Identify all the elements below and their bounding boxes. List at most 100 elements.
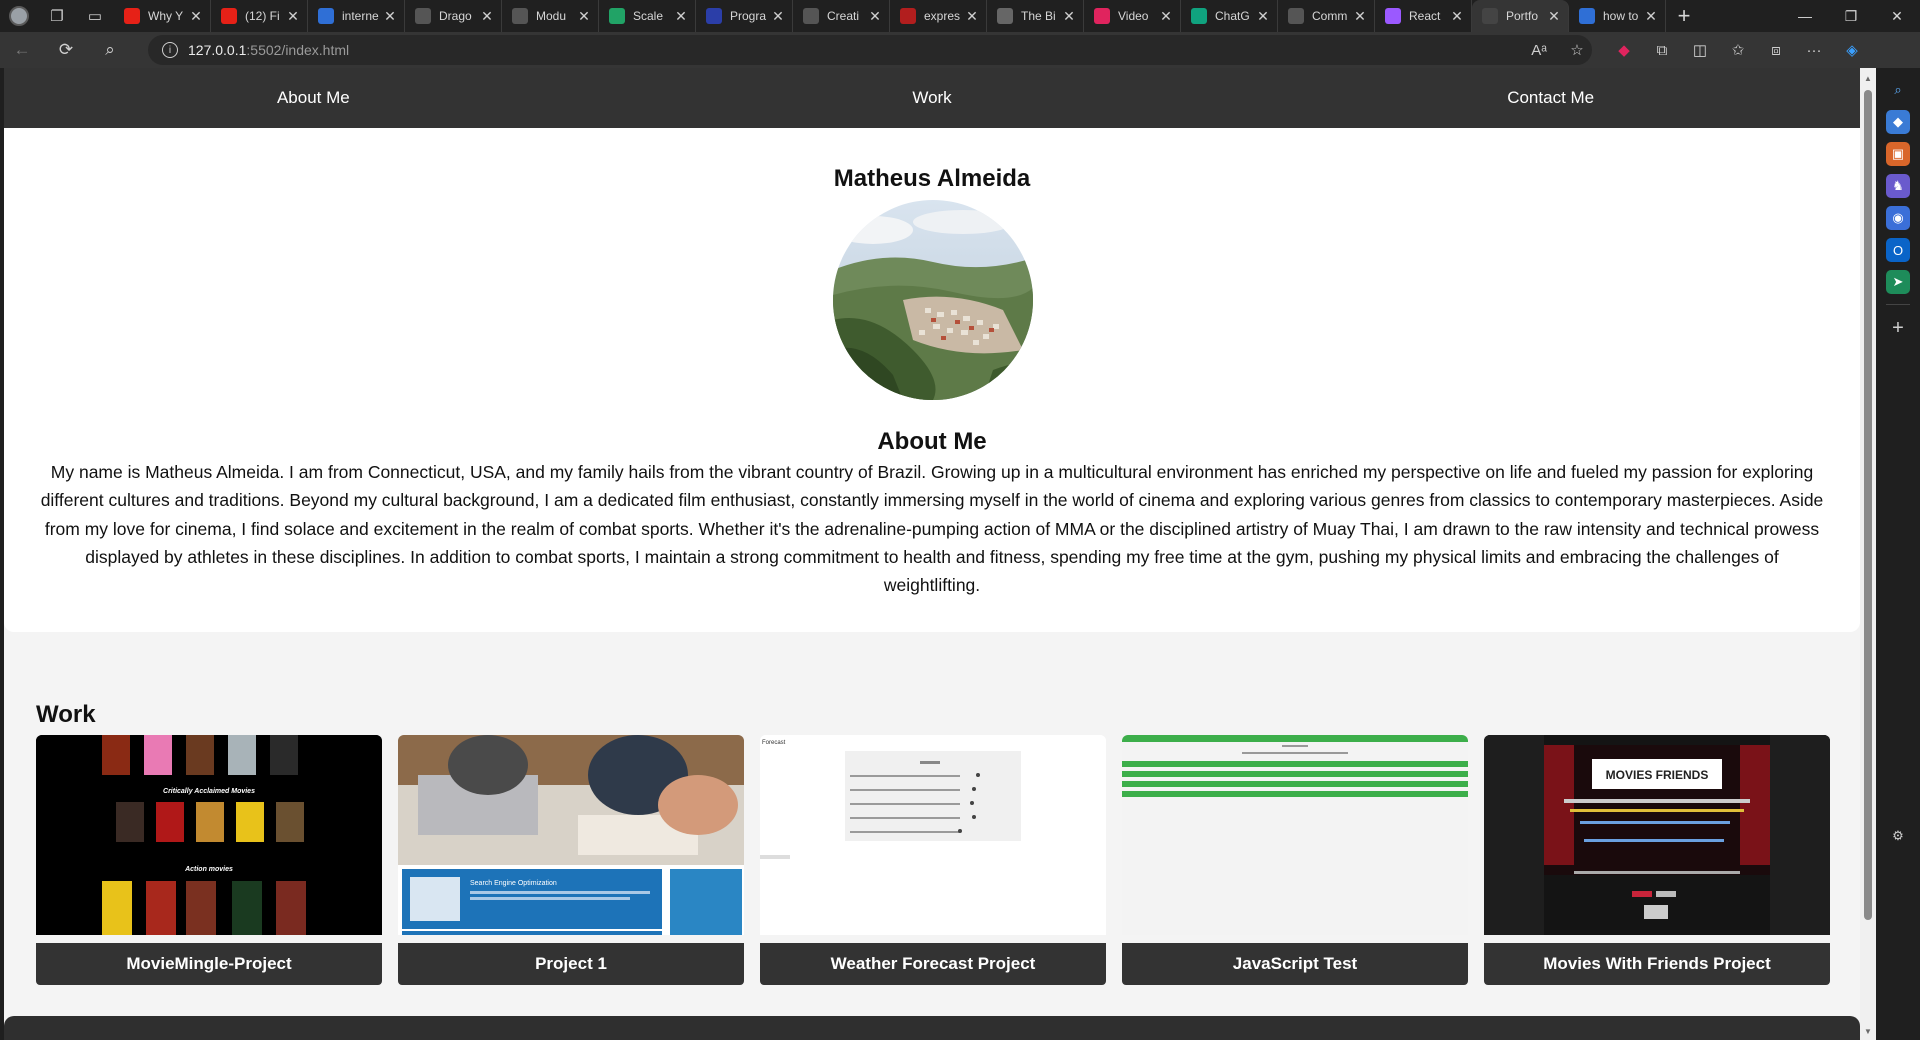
- extension-icon[interactable]: ◆: [1605, 32, 1643, 68]
- github-icon: [803, 8, 819, 24]
- nav-link-contact[interactable]: Contact Me: [1241, 68, 1860, 128]
- browser-tab[interactable]: Scale ✕: [599, 0, 696, 32]
- outlook-icon[interactable]: O: [1886, 238, 1910, 262]
- project-card[interactable]: Search Engine Optimization Project 1: [398, 735, 744, 985]
- about-bio: My name is Matheus Almeida. I am from Co…: [40, 462, 1824, 596]
- workspaces-icon[interactable]: ❐: [38, 0, 76, 32]
- tab-title: The Bi: [1021, 9, 1056, 23]
- sidebar-settings-gear-icon[interactable]: ⚙: [1886, 824, 1910, 848]
- more-options-icon[interactable]: ···: [1795, 32, 1833, 68]
- close-tab-icon[interactable]: ✕: [479, 8, 495, 25]
- copilot-sidebar-icon[interactable]: ◉: [1886, 206, 1910, 230]
- nav-link-about[interactable]: About Me: [4, 68, 623, 128]
- profile-photo: [833, 200, 1033, 400]
- copilot-icon[interactable]: ◈: [1833, 32, 1871, 68]
- new-tab-button[interactable]: +: [1666, 3, 1702, 29]
- read-aloud-icon[interactable]: Aᵃ: [1520, 32, 1558, 68]
- collections-icon[interactable]: ⧈: [1757, 32, 1795, 68]
- close-tab-icon[interactable]: ✕: [285, 8, 301, 25]
- tab-title: Video: [1118, 9, 1149, 23]
- close-window-button[interactable]: ✕: [1874, 0, 1920, 32]
- close-tab-icon[interactable]: ✕: [1643, 8, 1659, 25]
- shopping-tag-icon[interactable]: ◆: [1886, 110, 1910, 134]
- tab-title: Drago: [439, 9, 472, 23]
- favorites-icon[interactable]: ✩: [1719, 32, 1757, 68]
- restore-button[interactable]: ❐: [1828, 0, 1874, 32]
- tab-title: ChatG: [1215, 9, 1250, 23]
- close-tab-icon[interactable]: ✕: [770, 8, 786, 25]
- browser-tab[interactable]: Video ✕: [1084, 0, 1181, 32]
- profile-name: Matheus Almeida: [833, 165, 1031, 192]
- project-card[interactable]: Critically Acclaimed Movies Action movie…: [36, 735, 382, 985]
- games-icon[interactable]: ♞: [1886, 174, 1910, 198]
- work-heading: Work: [36, 701, 96, 728]
- browser-tab[interactable]: interne ✕: [308, 0, 405, 32]
- module-icon: [512, 8, 528, 24]
- close-tab-icon[interactable]: ✕: [867, 8, 883, 25]
- profile-icon[interactable]: [0, 0, 38, 32]
- browser-tab[interactable]: Portfo ✕: [1472, 0, 1569, 32]
- close-tab-icon[interactable]: ✕: [673, 8, 689, 25]
- project-title: JavaScript Test: [1122, 943, 1468, 985]
- browser-tab[interactable]: Drago ✕: [405, 0, 502, 32]
- project-thumbnail: Forecast: [760, 735, 1106, 935]
- close-tab-icon[interactable]: ✕: [964, 8, 980, 25]
- tab-title: Modu: [536, 9, 567, 23]
- tab-actions-icon[interactable]: ▭: [76, 0, 114, 32]
- moviemingle-subheading: Action movies: [184, 866, 233, 873]
- browser-tab[interactable]: how to ✕: [1569, 0, 1666, 32]
- github-icon: [1288, 8, 1304, 24]
- browser-tab[interactable]: React ✕: [1375, 0, 1472, 32]
- site-info-icon[interactable]: i: [162, 42, 178, 58]
- close-tab-icon[interactable]: ✕: [1255, 8, 1271, 25]
- close-tab-icon[interactable]: ✕: [1352, 8, 1368, 25]
- close-tab-icon[interactable]: ✕: [1546, 8, 1562, 25]
- browser-tab[interactable]: Comm ✕: [1278, 0, 1375, 32]
- project-title: MovieMingle-Project: [36, 943, 382, 985]
- tab-strip: Why Y ✕ (12) Fi ✕ interne ✕ Drago ✕ Modu ✕ Scale ✕ P…: [114, 0, 1666, 32]
- favorite-star-icon[interactable]: ☆: [1558, 32, 1596, 68]
- address-bar[interactable]: i 127.0.0.1:5502/index.html: [148, 35, 1592, 65]
- project-title: Project 1: [398, 943, 744, 985]
- search-icon[interactable]: ⌕: [88, 32, 132, 68]
- express-icon: [900, 8, 916, 24]
- close-tab-icon[interactable]: ✕: [576, 8, 592, 25]
- project-card[interactable]: Forecast Weather Forecast Project: [760, 735, 1106, 985]
- refresh-button[interactable]: ⟳: [44, 32, 88, 68]
- close-tab-icon[interactable]: ✕: [1061, 8, 1077, 25]
- close-tab-icon[interactable]: ✕: [382, 8, 398, 25]
- minimize-button[interactable]: —: [1782, 0, 1828, 32]
- browser-tab[interactable]: The Bi ✕: [987, 0, 1084, 32]
- tools-briefcase-icon[interactable]: ▣: [1886, 142, 1910, 166]
- tab-title: Why Y: [148, 9, 184, 23]
- youtube-icon: [221, 8, 237, 24]
- back-button[interactable]: ←: [0, 32, 44, 68]
- browser-tab[interactable]: Modu ✕: [502, 0, 599, 32]
- scroll-up-arrow-icon[interactable]: ▲: [1863, 74, 1873, 83]
- scroll-down-arrow-icon[interactable]: ▼: [1863, 1027, 1873, 1036]
- browser-tab[interactable]: ChatG ✕: [1181, 0, 1278, 32]
- browser-tab[interactable]: Progra ✕: [696, 0, 793, 32]
- page-scrollbar[interactable]: ▲ ▼: [1860, 68, 1876, 1040]
- about-heading: About Me: [877, 428, 987, 455]
- add-sidebar-app-icon[interactable]: +: [1886, 316, 1910, 340]
- moviesfriends-logo-text: MOVIES FRIENDS: [1606, 768, 1709, 782]
- close-tab-icon[interactable]: ✕: [1449, 8, 1465, 25]
- project-card[interactable]: JavaScript Test: [1122, 735, 1468, 985]
- browser-tab[interactable]: expres ✕: [890, 0, 987, 32]
- browser-tab[interactable]: (12) Fi ✕: [211, 0, 308, 32]
- project-card[interactable]: MOVIES FRIENDS Movies With Friends Proje…: [1484, 735, 1830, 985]
- extensions-puzzle-icon[interactable]: ⧉: [1643, 32, 1681, 68]
- browser-tab[interactable]: Creati ✕: [793, 0, 890, 32]
- page-viewport: About Me Work Contact Me Matheus Almeida: [4, 68, 1860, 1040]
- split-screen-icon[interactable]: ◫: [1681, 32, 1719, 68]
- search-icon[interactable]: ⌕: [1886, 78, 1910, 102]
- close-tab-icon[interactable]: ✕: [1158, 8, 1174, 25]
- close-tab-icon[interactable]: ✕: [188, 8, 204, 25]
- tab-title: Progra: [730, 9, 767, 23]
- scroll-thumb[interactable]: [1864, 90, 1872, 920]
- browser-tab[interactable]: Why Y ✕: [114, 0, 211, 32]
- moviemingle-heading: Critically Acclaimed Movies: [163, 788, 255, 795]
- drop-send-icon[interactable]: ➤: [1886, 270, 1910, 294]
- nav-link-work[interactable]: Work: [623, 68, 1242, 128]
